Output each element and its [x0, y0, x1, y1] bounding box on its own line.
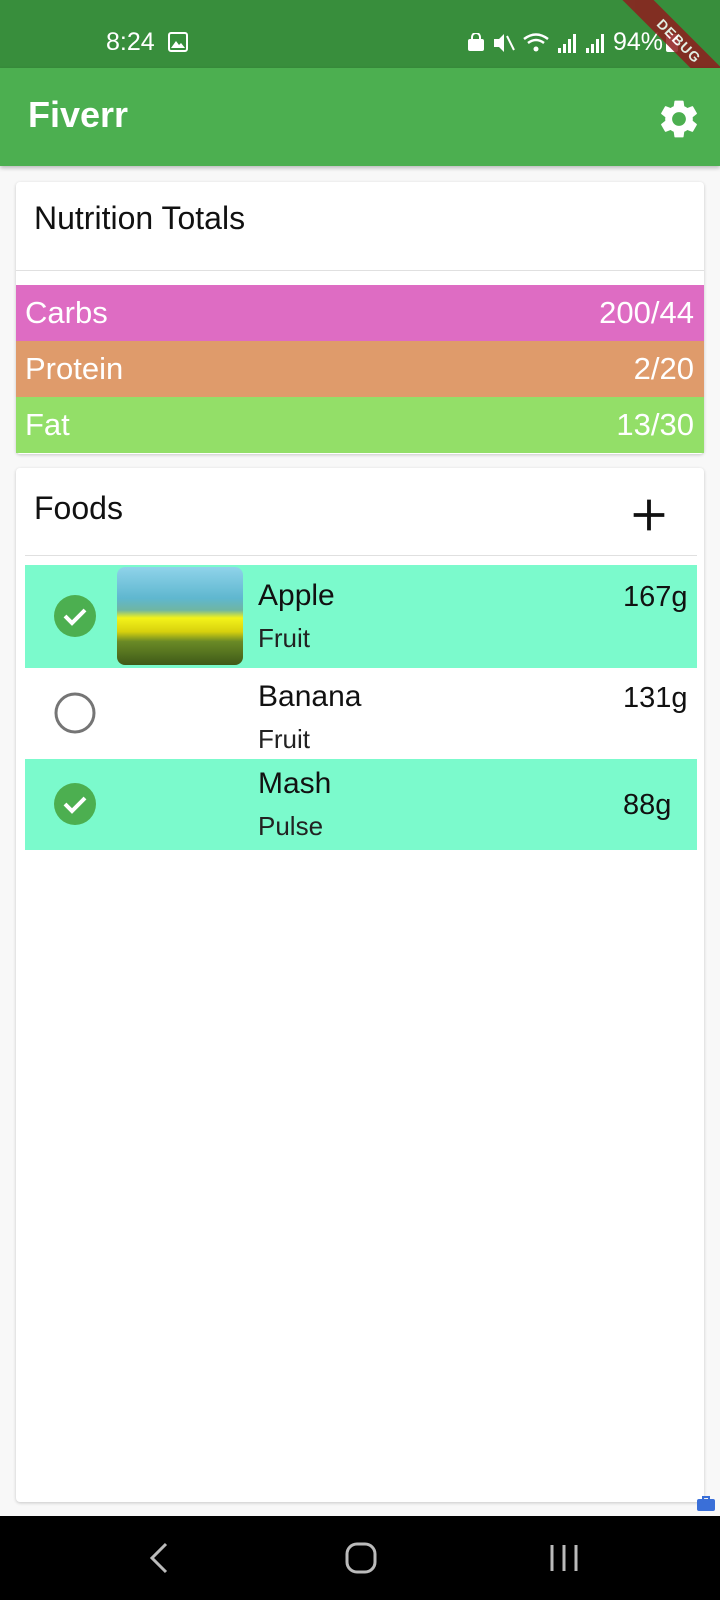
signal-icon: [558, 34, 576, 53]
app-title: Fiverr: [28, 94, 129, 135]
food-weight: 131g: [623, 682, 688, 714]
macro-value: 200/44: [599, 295, 694, 330]
empty-circle-icon[interactable]: [54, 692, 96, 734]
nutrition-totals-card: Nutrition Totals Carbs 200/44 Protein 2/…: [16, 182, 704, 454]
macro-label: Fat: [25, 407, 70, 442]
divider: [16, 270, 704, 271]
food-name: Mash: [258, 767, 332, 800]
back-button[interactable]: [140, 1538, 180, 1578]
briefcase-icon: [697, 1496, 715, 1511]
plus-icon: [633, 499, 665, 531]
wifi-icon: [523, 33, 549, 52]
check-circle-icon[interactable]: [54, 783, 96, 825]
check-circle-icon[interactable]: [54, 595, 96, 637]
settings-button[interactable]: [656, 96, 702, 142]
food-item-mash[interactable]: Mash Pulse 88g: [25, 759, 697, 850]
signal-icon-2: [586, 34, 604, 53]
chevron-left-icon: [149, 1542, 168, 1574]
lock-bag-icon: [468, 33, 484, 51]
food-category: Fruit: [258, 623, 310, 653]
food-item-banana[interactable]: Banana Fruit 131g: [25, 668, 697, 759]
food-weight: 88g: [623, 789, 672, 821]
divider: [25, 555, 697, 556]
recents-button[interactable]: [544, 1538, 584, 1578]
food-item-apple[interactable]: Apple Fruit 167g: [25, 565, 697, 668]
foods-card: Foods Apple Fruit 167g Banana Fruit 131g…: [16, 468, 704, 1502]
navigation-bar: [0, 1516, 720, 1600]
food-name: Banana: [258, 680, 362, 713]
macro-label: Carbs: [25, 295, 108, 330]
status-bar: 8:24 94% DEBUG: [0, 0, 720, 102]
food-image: [117, 567, 243, 665]
food-weight: 167g: [623, 581, 688, 613]
macro-value: 2/20: [633, 351, 694, 386]
home-icon: [345, 1542, 377, 1574]
status-time: 8:24: [106, 28, 155, 56]
food-category: Fruit: [258, 724, 310, 754]
macro-row-fat: Fat 13/30: [16, 397, 704, 453]
macro-row-protein: Protein 2/20: [16, 341, 704, 397]
food-name: Apple: [258, 579, 335, 612]
recents-icon: [550, 1545, 578, 1571]
add-food-button[interactable]: [626, 492, 672, 538]
image-notification-icon: [168, 32, 188, 52]
nutrition-totals-title: Nutrition Totals: [34, 200, 246, 236]
macro-label: Protein: [25, 351, 124, 386]
home-button[interactable]: [341, 1538, 381, 1578]
food-category: Pulse: [258, 811, 324, 841]
macro-value: 13/30: [616, 407, 694, 442]
macro-row-carbs: Carbs 200/44: [16, 285, 704, 341]
gear-icon: [661, 100, 697, 138]
mute-icon: [494, 34, 515, 52]
status-icons: [466, 30, 606, 56]
app-bar: Fiverr: [0, 68, 720, 166]
foods-title: Foods: [34, 490, 123, 526]
